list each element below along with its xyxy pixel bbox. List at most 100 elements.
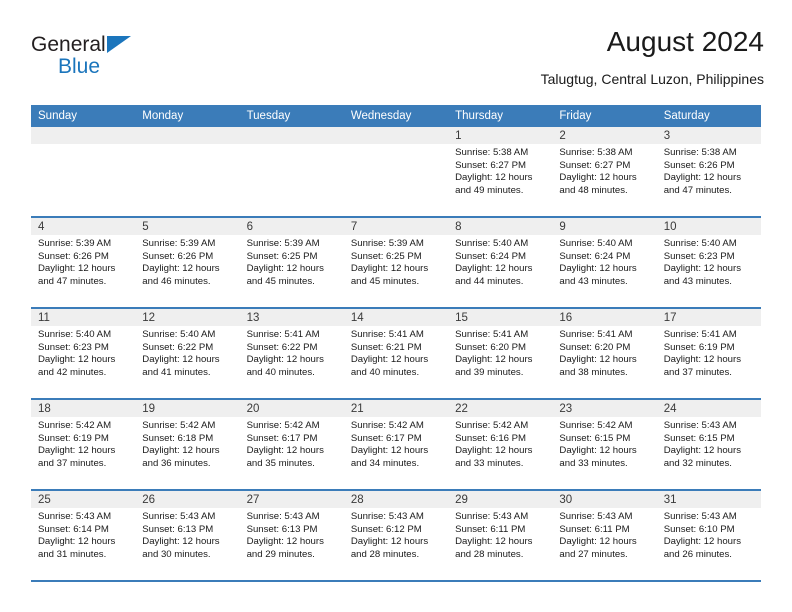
sunset-text: Sunset: 6:11 PM: [455, 523, 526, 535]
day-cell-empty: [135, 127, 240, 216]
sunrise-text: Sunrise: 5:39 AM: [350, 238, 424, 249]
calendar-day-cell[interactable]: 29 Sunrise: 5:43 AM Sunset: 6:11 PM Dayligh…: [448, 490, 553, 582]
calendar-day-cell[interactable]: [31, 127, 136, 218]
day-number: 1: [448, 127, 553, 144]
calendar-day-cell[interactable]: [135, 127, 240, 218]
day-cell[interactable]: 22 Sunrise: 5:42 AM Sunset: 6:16 PM Dayligh…: [448, 400, 553, 489]
day-cell[interactable]: 6 Sunrise: 5:39 AM Sunset: 6:25 PM Daylight…: [239, 218, 344, 307]
calendar-day-cell[interactable]: 12 Sunrise: 5:40 AM Sunset: 6:22 PM Dayligh…: [135, 308, 240, 400]
brand-logo[interactable]: General Blue: [31, 34, 211, 90]
sunset-text: Sunset: 6:25 PM: [246, 250, 318, 262]
day-cell[interactable]: 1 Sunrise: 5:38 AM Sunset: 6:27 PM Daylight…: [448, 127, 553, 216]
day-cell[interactable]: 10 Sunrise: 5:40 AM Sunset: 6:23 PM Dayligh…: [656, 218, 761, 307]
day-cell[interactable]: 20 Sunrise: 5:42 AM Sunset: 6:17 PM Dayligh…: [239, 400, 344, 489]
calendar-day-cell[interactable]: 18 Sunrise: 5:42 AM Sunset: 6:19 PM Dayligh…: [31, 399, 136, 491]
sunset-text: Sunset: 6:26 PM: [663, 159, 735, 171]
calendar-day-cell[interactable]: 16 Sunrise: 5:41 AM Sunset: 6:20 PM Dayligh…: [552, 308, 657, 400]
calendar-day-cell[interactable]: [239, 127, 344, 218]
calendar-day-cell[interactable]: 15 Sunrise: 5:41 AM Sunset: 6:20 PM Dayligh…: [448, 308, 553, 400]
day-details: Sunrise: 5:40 AM Sunset: 6:23 PM Daylight:…: [657, 235, 761, 288]
day-number: 8: [448, 218, 553, 235]
calendar-day-cell[interactable]: 21 Sunrise: 5:42 AM Sunset: 6:17 PM Dayligh…: [343, 399, 449, 491]
day-cell[interactable]: 28 Sunrise: 5:43 AM Sunset: 6:12 PM Dayligh…: [343, 491, 449, 580]
calendar-day-cell[interactable]: 6 Sunrise: 5:39 AM Sunset: 6:25 PM Daylight…: [239, 217, 344, 309]
day-number: 12: [135, 309, 240, 326]
day-cell[interactable]: 9 Sunrise: 5:40 AM Sunset: 6:24 PM Daylight…: [552, 218, 657, 307]
calendar-day-cell[interactable]: 5 Sunrise: 5:39 AM Sunset: 6:26 PM Daylight…: [135, 217, 240, 309]
day-cell[interactable]: 25 Sunrise: 5:43 AM Sunset: 6:14 PM Dayligh…: [31, 491, 136, 580]
day-cell[interactable]: 29 Sunrise: 5:43 AM Sunset: 6:11 PM Dayligh…: [448, 491, 553, 580]
calendar-day-cell[interactable]: 30 Sunrise: 5:43 AM Sunset: 6:11 PM Dayligh…: [552, 490, 657, 582]
day-cell[interactable]: 17 Sunrise: 5:41 AM Sunset: 6:19 PM Dayligh…: [656, 309, 761, 398]
day-number: 3: [656, 127, 761, 144]
calendar-day-cell[interactable]: 14 Sunrise: 5:41 AM Sunset: 6:21 PM Dayligh…: [343, 308, 449, 400]
sunset-text: Sunset: 6:11 PM: [559, 523, 630, 535]
sunset-text: Sunset: 6:26 PM: [142, 250, 214, 262]
weekday-header-tuesday: Tuesday: [239, 105, 344, 127]
day-number: 25: [31, 491, 136, 508]
day-cell[interactable]: 5 Sunrise: 5:39 AM Sunset: 6:26 PM Daylight…: [135, 218, 240, 307]
sunset-text: Sunset: 6:21 PM: [350, 341, 422, 353]
day-cell-empty: [239, 127, 344, 216]
calendar-day-cell[interactable]: 25 Sunrise: 5:43 AM Sunset: 6:14 PM Dayligh…: [31, 490, 136, 582]
day-cell[interactable]: 16 Sunrise: 5:41 AM Sunset: 6:20 PM Dayligh…: [552, 309, 657, 398]
calendar-day-cell[interactable]: 23 Sunrise: 5:42 AM Sunset: 6:15 PM Dayligh…: [552, 399, 657, 491]
calendar-day-cell[interactable]: 17 Sunrise: 5:41 AM Sunset: 6:19 PM Dayligh…: [656, 308, 761, 400]
calendar-day-cell[interactable]: 11 Sunrise: 5:40 AM Sunset: 6:23 PM Dayligh…: [31, 308, 136, 400]
day-cell[interactable]: 30 Sunrise: 5:43 AM Sunset: 6:11 PM Dayligh…: [552, 491, 657, 580]
day-number: 6: [239, 218, 344, 235]
calendar-day-cell[interactable]: 27 Sunrise: 5:43 AM Sunset: 6:13 PM Dayligh…: [239, 490, 344, 582]
day-cell[interactable]: 7 Sunrise: 5:39 AM Sunset: 6:25 PM Daylight…: [343, 218, 449, 307]
day-cell[interactable]: 26 Sunrise: 5:43 AM Sunset: 6:13 PM Dayligh…: [135, 491, 240, 580]
sunrise-text: Sunrise: 5:41 AM: [246, 329, 320, 340]
day-cell[interactable]: 24 Sunrise: 5:43 AM Sunset: 6:15 PM Dayligh…: [656, 400, 761, 489]
sunrise-text: Sunrise: 5:43 AM: [38, 511, 112, 522]
calendar-day-cell[interactable]: 26 Sunrise: 5:43 AM Sunset: 6:13 PM Dayligh…: [135, 490, 240, 582]
day-cell[interactable]: 27 Sunrise: 5:43 AM Sunset: 6:13 PM Dayligh…: [239, 491, 344, 580]
calendar-day-cell[interactable]: 24 Sunrise: 5:43 AM Sunset: 6:15 PM Dayligh…: [656, 399, 761, 491]
day-cell[interactable]: 18 Sunrise: 5:42 AM Sunset: 6:19 PM Dayligh…: [31, 400, 136, 489]
sunrise-text: Sunrise: 5:39 AM: [246, 238, 320, 249]
calendar-day-cell[interactable]: 22 Sunrise: 5:42 AM Sunset: 6:16 PM Dayligh…: [448, 399, 553, 491]
day-cell[interactable]: 31 Sunrise: 5:43 AM Sunset: 6:10 PM Dayligh…: [656, 491, 761, 580]
day-cell[interactable]: 21 Sunrise: 5:42 AM Sunset: 6:17 PM Dayligh…: [343, 400, 449, 489]
calendar-day-cell[interactable]: 13 Sunrise: 5:41 AM Sunset: 6:22 PM Dayligh…: [239, 308, 344, 400]
daylight-text: Daylight: 12 hours and 47 minutes.: [663, 172, 742, 196]
calendar-day-cell[interactable]: 3 Sunrise: 5:38 AM Sunset: 6:26 PM Daylight…: [656, 127, 761, 218]
calendar-day-cell[interactable]: 4 Sunrise: 5:39 AM Sunset: 6:26 PM Daylight…: [31, 217, 136, 309]
day-cell[interactable]: 15 Sunrise: 5:41 AM Sunset: 6:20 PM Dayligh…: [448, 309, 553, 398]
calendar-day-cell[interactable]: 9 Sunrise: 5:40 AM Sunset: 6:24 PM Daylight…: [552, 217, 657, 309]
sunset-text: Sunset: 6:19 PM: [663, 341, 735, 353]
calendar-day-cell[interactable]: [343, 127, 449, 218]
day-details: Sunrise: 5:40 AM Sunset: 6:24 PM Daylight:…: [448, 235, 552, 288]
sunset-text: Sunset: 6:27 PM: [455, 159, 527, 171]
day-cell[interactable]: 12 Sunrise: 5:40 AM Sunset: 6:22 PM Dayligh…: [135, 309, 240, 398]
calendar-day-cell[interactable]: 28 Sunrise: 5:43 AM Sunset: 6:12 PM Dayligh…: [343, 490, 449, 582]
day-details: Sunrise: 5:42 AM Sunset: 6:17 PM Daylight:…: [344, 417, 448, 470]
calendar-day-cell[interactable]: 8 Sunrise: 5:40 AM Sunset: 6:24 PM Daylight…: [448, 217, 553, 309]
day-cell[interactable]: 2 Sunrise: 5:38 AM Sunset: 6:27 PM Daylight…: [552, 127, 657, 216]
day-cell[interactable]: 23 Sunrise: 5:42 AM Sunset: 6:15 PM Dayligh…: [552, 400, 657, 489]
day-details: Sunrise: 5:38 AM Sunset: 6:27 PM Daylight:…: [552, 144, 656, 197]
day-details: Sunrise: 5:43 AM Sunset: 6:12 PM Daylight:…: [344, 508, 448, 561]
day-cell[interactable]: 3 Sunrise: 5:38 AM Sunset: 6:26 PM Daylight…: [656, 127, 761, 216]
day-cell[interactable]: 11 Sunrise: 5:40 AM Sunset: 6:23 PM Dayligh…: [31, 309, 136, 398]
calendar-day-cell[interactable]: 20 Sunrise: 5:42 AM Sunset: 6:17 PM Dayligh…: [239, 399, 344, 491]
calendar-day-cell[interactable]: 2 Sunrise: 5:38 AM Sunset: 6:27 PM Daylight…: [552, 127, 657, 218]
day-cell[interactable]: 13 Sunrise: 5:41 AM Sunset: 6:22 PM Dayligh…: [239, 309, 344, 398]
calendar-day-cell[interactable]: 31 Sunrise: 5:43 AM Sunset: 6:10 PM Dayligh…: [656, 490, 761, 582]
day-cell[interactable]: 19 Sunrise: 5:42 AM Sunset: 6:18 PM Dayligh…: [135, 400, 240, 489]
day-cell[interactable]: 14 Sunrise: 5:41 AM Sunset: 6:21 PM Dayligh…: [343, 309, 449, 398]
day-number: 10: [656, 218, 761, 235]
sunrise-text: Sunrise: 5:42 AM: [455, 420, 529, 431]
sunrise-text: Sunrise: 5:41 AM: [663, 329, 737, 340]
day-cell-empty: [343, 127, 449, 216]
day-cell[interactable]: 8 Sunrise: 5:40 AM Sunset: 6:24 PM Daylight…: [448, 218, 553, 307]
day-details: Sunrise: 5:43 AM Sunset: 6:11 PM Daylight:…: [552, 508, 656, 561]
calendar-day-cell[interactable]: 1 Sunrise: 5:38 AM Sunset: 6:27 PM Daylight…: [448, 127, 553, 218]
sunrise-text: Sunrise: 5:43 AM: [663, 511, 737, 522]
day-cell[interactable]: 4 Sunrise: 5:39 AM Sunset: 6:26 PM Daylight…: [31, 218, 136, 307]
calendar-day-cell[interactable]: 19 Sunrise: 5:42 AM Sunset: 6:18 PM Dayligh…: [135, 399, 240, 491]
calendar-day-cell[interactable]: 7 Sunrise: 5:39 AM Sunset: 6:25 PM Daylight…: [343, 217, 449, 309]
calendar-day-cell[interactable]: 10 Sunrise: 5:40 AM Sunset: 6:23 PM Dayligh…: [656, 217, 761, 309]
